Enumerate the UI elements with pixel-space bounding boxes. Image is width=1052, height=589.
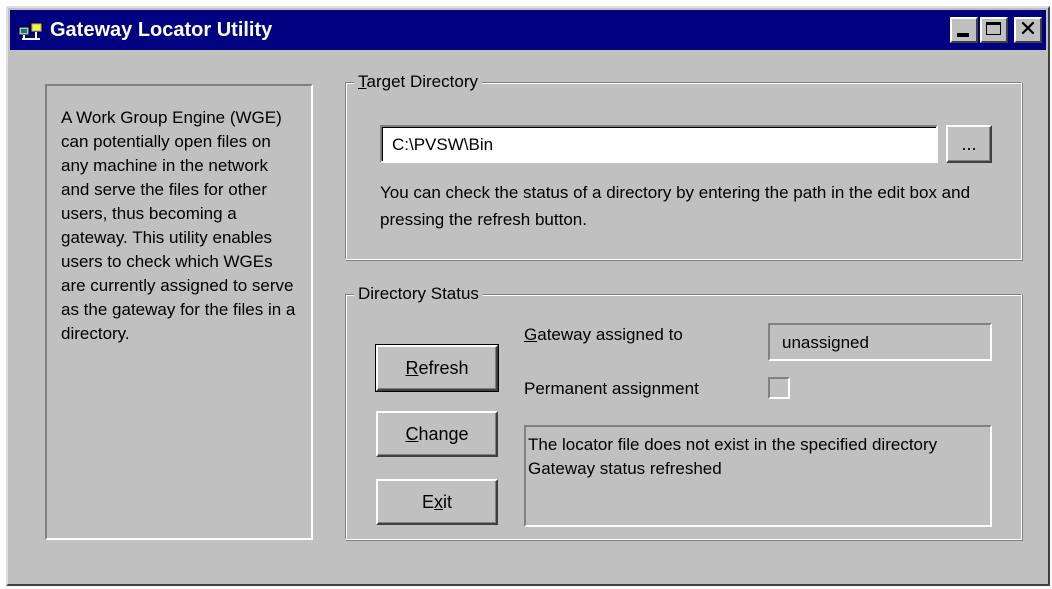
legend-mnemonic: T [358, 72, 367, 91]
close-button[interactable]: ✕ [1014, 17, 1042, 43]
change-button[interactable]: Change [376, 411, 498, 457]
exit-label: Exit [422, 492, 452, 513]
gateway-assigned-label: Gateway assigned to [524, 325, 683, 345]
change-mnemonic: C [405, 423, 419, 444]
target-directory-group: Target Directory C:\PVSW\Bin ... You can… [345, 72, 1022, 260]
exit-mnemonic: x [434, 491, 443, 512]
status-message-line: Gateway status refreshed [528, 459, 722, 478]
refresh-label: Refresh [405, 358, 468, 379]
gateway-mnemonic: G [524, 325, 538, 344]
browse-button[interactable]: ... [946, 125, 992, 163]
directory-status-legend: Directory Status [354, 284, 483, 304]
directory-status-group: Directory Status Refresh Change Exit Gat… [345, 284, 1022, 540]
target-directory-legend: Target Directory [354, 72, 482, 92]
directory-help-text: You can check the status of a directory … [380, 183, 971, 229]
refresh-button[interactable]: Refresh [375, 344, 499, 392]
exit-rest: it [443, 491, 452, 512]
permanent-assignment-checkbox[interactable] [768, 377, 790, 399]
status-message-line: The locator file does not exist in the s… [528, 435, 938, 454]
gateway-locator-window: Gateway Locator Utility ✕ A Work Group E… [6, 6, 1050, 586]
close-icon: ✕ [1018, 17, 1038, 42]
window-controls: ✕ [948, 17, 1042, 43]
info-panel: A Work Group Engine (WGE) can potentiall… [45, 84, 313, 540]
network-computers-icon[interactable] [18, 19, 44, 41]
title-bar[interactable]: Gateway Locator Utility ✕ [10, 10, 1046, 50]
refresh-mnemonic: R [405, 357, 419, 378]
permanent-assignment-label: Permanent assignment [524, 379, 699, 398]
directory-path-input[interactable]: C:\PVSW\Bin [380, 125, 938, 163]
minimize-icon [957, 33, 969, 37]
legend-rest: arget Directory [366, 72, 478, 91]
maximize-icon [986, 22, 1001, 35]
change-label: Change [405, 424, 468, 445]
window-title: Gateway Locator Utility [50, 18, 273, 41]
minimize-button[interactable] [950, 17, 978, 43]
refresh-rest: efresh [418, 357, 469, 378]
maximize-button[interactable] [980, 17, 1008, 43]
status-message-box: The locator file does not exist in the s… [524, 425, 992, 527]
change-rest: hange [418, 423, 469, 444]
gateway-label-rest: ateway assigned to [537, 325, 683, 344]
gateway-assigned-field: unassigned [768, 323, 992, 361]
exit-pre: E [421, 491, 434, 512]
exit-button[interactable]: Exit [376, 479, 498, 525]
info-description: A Work Group Engine (WGE) can potentiall… [61, 108, 296, 343]
